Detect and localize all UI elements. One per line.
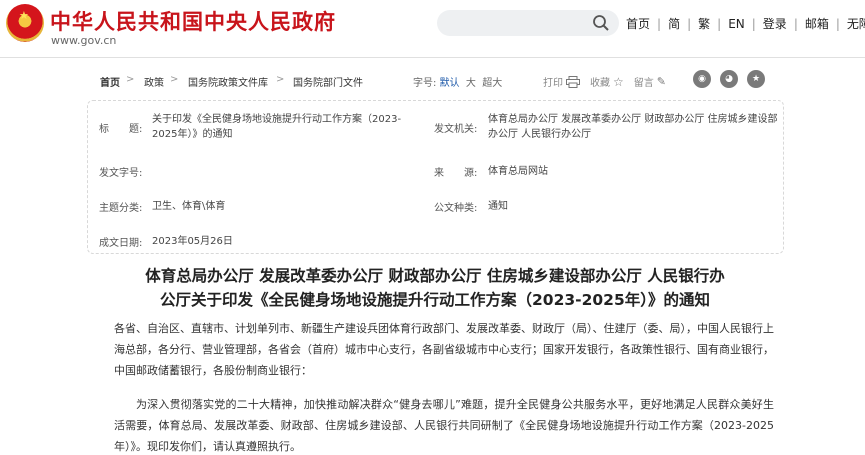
emblem-star-icon: ★	[19, 9, 29, 22]
doc-type-label: 公文种类:	[434, 203, 478, 214]
print-button[interactable]: 打印	[543, 74, 563, 89]
article-title: 体育总局办公厅 发展改革委办公厅 财政部办公厅 住房城乡建设部办公厅 人民银行办…	[145, 267, 725, 309]
issuer-label: 发文机关:	[434, 124, 478, 135]
nav-login[interactable]: 登录	[763, 15, 787, 32]
site-header: ★ 中华人民共和国中央人民政府 www.gov.cn 首页 | 简 | 繁 | …	[0, 0, 865, 58]
site-url[interactable]: www.gov.cn	[51, 34, 116, 47]
favorite-button[interactable]: 收藏	[590, 74, 610, 89]
font-size-default[interactable]: 默认	[440, 78, 460, 89]
nav-mail[interactable]: 邮箱	[805, 15, 829, 32]
pencil-icon[interactable]: ✎	[657, 75, 666, 88]
nav-traditional[interactable]: 繁	[698, 15, 710, 32]
nav-english[interactable]: EN	[728, 17, 745, 31]
site-title[interactable]: 中华人民共和国中央人民政府	[50, 6, 336, 36]
printer-icon[interactable]	[566, 75, 580, 88]
search-icon[interactable]	[592, 14, 610, 32]
article-tools: 打印 收藏 ☆ 留言 ✎	[543, 74, 676, 90]
doc-type-value: 通知	[488, 201, 508, 212]
top-nav: 首页 | 简 | 繁 | EN | 登录 | 邮箱 | 无障碍	[626, 15, 865, 32]
nav-home[interactable]: 首页	[626, 15, 650, 32]
wechat-icon[interactable]: ◕	[720, 70, 738, 88]
breadcrumb-policy[interactable]: 政策	[144, 74, 164, 89]
comment-button[interactable]: 留言	[634, 74, 654, 89]
date-value: 2023年05月26日	[152, 236, 233, 247]
doc-number-label: 发文字号:	[99, 168, 143, 179]
favorite-star-icon[interactable]: ★	[747, 70, 765, 88]
title-value: 关于印发《全民健身场地设施提升行动工作方案（2023-2025年）》的通知	[152, 114, 402, 140]
share-buttons: ◉ ◕ ★	[693, 70, 774, 88]
nav-simplified[interactable]: 简	[668, 15, 680, 32]
article-body: 为深入贯彻落实党的二十大精神，加快推动解决群众“健身去哪儿”难题，提升全民健身公…	[114, 398, 774, 453]
source-value: 体育总局网站	[488, 166, 548, 177]
source-label: 来 源:	[434, 168, 478, 179]
breadcrumb: 首页 > 政策 > 国务院政策文件库 > 国务院部门文件 字号: 默认 大 超大…	[100, 70, 770, 90]
nav-accessibility[interactable]: 无障碍	[847, 15, 865, 32]
breadcrumb-policy-library[interactable]: 国务院政策文件库	[188, 74, 268, 89]
header-divider	[0, 57, 865, 58]
font-size-large[interactable]: 大	[466, 78, 476, 89]
font-size-switcher: 字号: 默认 大 超大	[413, 78, 503, 89]
breadcrumb-dept-docs[interactable]: 国务院部门文件	[293, 74, 363, 89]
article-recipients: 各省、自治区、直辖市、计划单列市、新疆生产建设兵团体育行政部门、发展改革委、财政…	[114, 322, 774, 377]
title-label: 标 题:	[99, 124, 143, 135]
date-label: 成文日期:	[99, 238, 143, 249]
document-info-table: 标 题: 关于印发《全民健身场地设施提升行动工作方案（2023-2025年）》的…	[87, 100, 784, 254]
star-icon[interactable]: ☆	[613, 75, 624, 89]
weibo-icon[interactable]: ◉	[693, 70, 711, 88]
topic-label: 主题分类:	[99, 203, 143, 214]
breadcrumb-home[interactable]: 首页	[100, 74, 120, 89]
topic-value: 卫生、体育\体育	[152, 201, 226, 212]
font-size-xlarge[interactable]: 超大	[482, 78, 502, 89]
issuer-value: 体育总局办公厅 发展改革委办公厅 财政部办公厅 住房城乡建设部办公厅 人民银行办…	[488, 114, 778, 140]
